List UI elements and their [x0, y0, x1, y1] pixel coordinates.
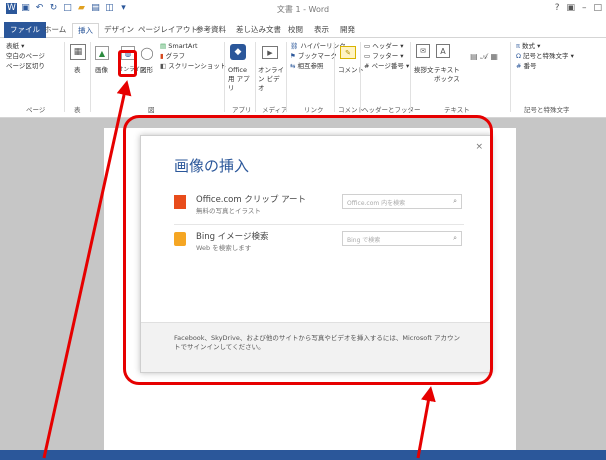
annotation-arrows — [42, 80, 436, 459]
arrow-to-online-pictures — [42, 80, 132, 459]
arrow-to-dialog — [416, 386, 436, 459]
